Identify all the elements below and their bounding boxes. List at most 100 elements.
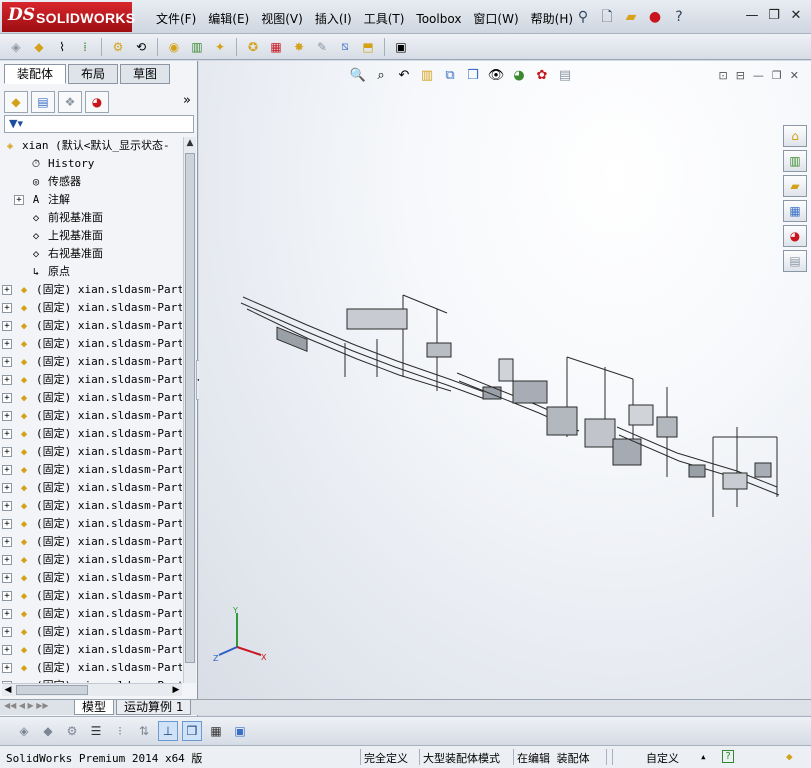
interference-detection-icon[interactable]: ⧅ bbox=[335, 37, 355, 57]
zoom-to-area-icon[interactable]: ⌕ bbox=[372, 67, 390, 85]
paperclip-icon[interactable]: ⌇ bbox=[52, 37, 72, 57]
clearance-verification-icon[interactable]: ⬒ bbox=[358, 37, 378, 57]
apply-scene-icon[interactable]: ✿ bbox=[533, 67, 551, 85]
tree-part-row[interactable]: + ◆ (固定) xian.sldasm-Part bbox=[2, 371, 182, 389]
assembly-features-icon[interactable]: ▥ bbox=[187, 37, 207, 57]
edit-appearance-icon[interactable]: ◕ bbox=[510, 67, 528, 85]
tab-motion-study[interactable]: 运动算例 1 bbox=[116, 700, 192, 715]
bill-of-materials-icon[interactable]: ▦ bbox=[266, 37, 286, 57]
tree-node[interactable]: ◇ 前视基准面 bbox=[14, 209, 182, 227]
design-library-icon[interactable]: ▥ bbox=[783, 150, 807, 172]
close-icon[interactable]: ✕ bbox=[787, 8, 805, 26]
expand-icon[interactable]: + bbox=[2, 393, 12, 403]
expand-icon[interactable]: + bbox=[2, 519, 12, 529]
reference-geometry-icon[interactable]: ✦ bbox=[210, 37, 230, 57]
tree-layout-icon[interactable]: ⊥ bbox=[158, 720, 178, 741]
scroll-thumb-h[interactable] bbox=[16, 685, 88, 695]
viewport-close-icon[interactable]: ✕ bbox=[790, 69, 799, 82]
expand-icon[interactable]: + bbox=[2, 609, 12, 619]
expand-icon[interactable]: + bbox=[2, 303, 12, 313]
tree-part-row[interactable]: + ◆ (固定) xian.sldasm-Part bbox=[2, 515, 182, 533]
smart-fasteners-icon[interactable]: ⚙ bbox=[108, 37, 128, 57]
show-hidden-icon[interactable]: ◉ bbox=[164, 37, 184, 57]
expand-icon[interactable]: + bbox=[2, 321, 12, 331]
zoom-to-fit-icon[interactable]: 🔍 bbox=[349, 67, 367, 85]
tree-part-row[interactable]: + ◆ (固定) xian.sldasm-Part bbox=[2, 641, 182, 659]
viewport-minimize-icon[interactable]: — bbox=[753, 69, 764, 82]
expand-icon[interactable]: + bbox=[2, 285, 12, 295]
tree-node[interactable]: ↳ 原点 bbox=[14, 263, 182, 281]
scroll-right-icon[interactable]: ▶ bbox=[170, 684, 182, 696]
expand-icon[interactable]: + bbox=[2, 465, 12, 475]
display-style-icon[interactable]: ❒ bbox=[464, 67, 482, 85]
tree-part-row[interactable]: + ◆ (固定) xian.sldasm-Part bbox=[2, 605, 182, 623]
tree-node[interactable]: ◇ 右视基准面 bbox=[14, 245, 182, 263]
tree-part-row[interactable]: + ◆ (固定) xian.sldasm-Part bbox=[2, 479, 182, 497]
tree-node[interactable]: ◇ 上视基准面 bbox=[14, 227, 182, 245]
tree-part-row[interactable]: + ◆ (固定) xian.sldasm-Part bbox=[2, 659, 182, 677]
menu-toolbox[interactable]: Toolbox bbox=[410, 10, 467, 28]
scroll-thumb[interactable] bbox=[185, 153, 195, 663]
expand-icon[interactable]: + bbox=[2, 645, 12, 655]
help-status-icon[interactable]: ? bbox=[722, 750, 734, 763]
expand-icon[interactable]: + bbox=[2, 447, 12, 457]
tree-vertical-scrollbar[interactable]: ▲ bbox=[183, 137, 196, 683]
expand-icon[interactable]: + bbox=[2, 501, 12, 511]
menu-insert[interactable]: 插入(I) bbox=[309, 10, 358, 28]
notification-icon[interactable]: ◆ bbox=[786, 750, 793, 763]
tree-part-row[interactable]: + ◆ (固定) xian.sldasm-Part bbox=[2, 317, 182, 335]
tree-part-row[interactable]: + ◆ (固定) xian.sldasm-Part bbox=[2, 443, 182, 461]
scroll-up-icon[interactable]: ▲ bbox=[184, 137, 196, 150]
hide-show-items-icon[interactable]: 👁 bbox=[487, 67, 505, 85]
menu-window[interactable]: 窗口(W) bbox=[467, 10, 524, 28]
linear-pattern-icon[interactable]: ⁞ bbox=[75, 37, 95, 57]
tab-sketch[interactable]: 草图 bbox=[120, 64, 171, 84]
expand-icon[interactable]: + bbox=[2, 573, 12, 583]
instant-3d-icon[interactable]: ▣ bbox=[391, 37, 411, 57]
view-orientation-icon[interactable]: ⧉ bbox=[441, 67, 459, 85]
section-view-icon[interactable]: ▥ bbox=[418, 67, 436, 85]
appearances-icon[interactable]: ◕ bbox=[783, 225, 807, 247]
assembly-model[interactable] bbox=[237, 287, 797, 527]
new-document-icon[interactable]: 🗋 bbox=[598, 8, 616, 26]
tree-part-row[interactable]: + ◆ (固定) xian.sldasm-Part bbox=[2, 587, 182, 605]
tree-root[interactable]: ◈ xian (默认<默认_显示状态- bbox=[2, 137, 182, 155]
units-selector[interactable]: 自定义 bbox=[646, 750, 679, 766]
expand-icon[interactable]: + bbox=[2, 339, 12, 349]
tree-node[interactable]: ◎ 传感器 bbox=[14, 173, 182, 191]
expand-icon[interactable]: + bbox=[2, 627, 12, 637]
tree-part-row[interactable]: + ◆ (固定) xian.sldasm-Part bbox=[2, 299, 182, 317]
tree-node[interactable]: ⏱ History bbox=[14, 155, 182, 173]
expand-icon[interactable]: + bbox=[2, 537, 12, 547]
save-icon[interactable]: ▣ bbox=[230, 721, 250, 741]
table-view-icon[interactable]: ▦ bbox=[206, 721, 226, 741]
display-manager-icon[interactable]: ◕ bbox=[85, 91, 109, 113]
split-view-2-icon[interactable]: ⊟ bbox=[736, 69, 745, 82]
rebuild-icon[interactable]: ● bbox=[646, 8, 664, 26]
mate-icon[interactable]: ◆ bbox=[29, 37, 49, 57]
menu-help[interactable]: 帮助(H) bbox=[525, 10, 579, 28]
dotted-list-icon[interactable]: ⁝ bbox=[110, 721, 130, 741]
minimize-icon[interactable]: — bbox=[743, 8, 761, 26]
menu-file[interactable]: 文件(F) bbox=[150, 10, 202, 28]
view-settings-icon[interactable]: ▤ bbox=[556, 67, 574, 85]
configuration-manager-icon[interactable]: ❖ bbox=[58, 91, 82, 113]
tab-layout[interactable]: 布局 bbox=[68, 64, 119, 84]
menu-view[interactable]: 视图(V) bbox=[255, 10, 309, 28]
expand-icon[interactable]: + bbox=[2, 357, 12, 367]
expand-icon[interactable]: + bbox=[2, 429, 12, 439]
home-icon[interactable]: ⌂ bbox=[783, 125, 807, 147]
scroll-left-icon[interactable]: ◀ bbox=[2, 684, 14, 696]
expand-icon[interactable]: + bbox=[2, 591, 12, 601]
expand-icon[interactable]: + bbox=[14, 195, 24, 205]
tree-filter[interactable]: ▼▾ bbox=[4, 115, 194, 133]
tree-part-row[interactable]: + ◆ (固定) xian.sldasm-Part bbox=[2, 353, 182, 371]
gray-config-icon[interactable]: ⚙ bbox=[62, 721, 82, 741]
expand-icon[interactable]: + bbox=[2, 555, 12, 565]
tree-part-row[interactable]: + ◆ (固定) xian.sldasm-Part bbox=[2, 497, 182, 515]
expand-icon[interactable]: + bbox=[2, 663, 12, 673]
tree-node[interactable]: + A 注解 bbox=[14, 191, 182, 209]
menu-tools[interactable]: 工具(T) bbox=[358, 10, 411, 28]
sort-icon[interactable]: ⇅ bbox=[134, 721, 154, 741]
solidworks-logo[interactable]: DS SOLIDWORKS bbox=[2, 2, 135, 32]
